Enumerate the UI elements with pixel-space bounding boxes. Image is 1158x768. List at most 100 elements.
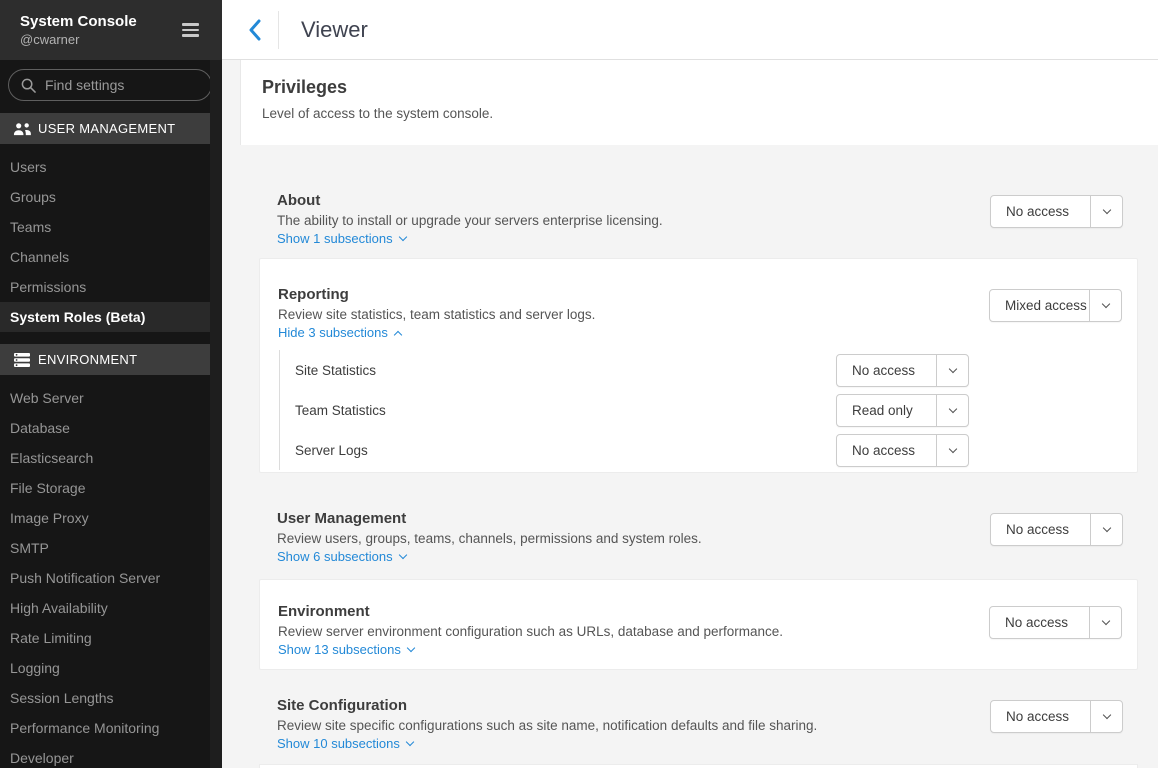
app: System Console @cwarner USER MANAGEMENT bbox=[0, 0, 1158, 768]
toggle-subsections-link[interactable]: Show 13 subsections bbox=[278, 641, 414, 659]
content-pane[interactable]: Privileges Level of access to the system… bbox=[222, 60, 1158, 768]
sidebar-item-system-roles-beta[interactable]: System Roles (Beta) bbox=[0, 302, 222, 332]
sidebar-group-label: USER MANAGEMENT bbox=[38, 121, 175, 136]
header-divider bbox=[278, 11, 279, 49]
permission-section-description: The ability to install or upgrade your s… bbox=[277, 211, 970, 230]
sidebar-item-image-proxy[interactable]: Image Proxy bbox=[0, 503, 222, 533]
access-dropdown-reporting[interactable]: Mixed access bbox=[989, 289, 1122, 322]
access-dropdown-value: No access bbox=[837, 355, 936, 386]
permission-section-title: User Management bbox=[277, 509, 970, 529]
permission-section-description: Review site specific configurations such… bbox=[277, 716, 970, 735]
access-dropdown-user-management[interactable]: No access bbox=[990, 513, 1123, 546]
subsection-label: Team Statistics bbox=[295, 403, 386, 418]
current-user: @cwarner bbox=[20, 31, 182, 48]
privileges-title: Privileges bbox=[262, 77, 1158, 98]
chevron-down-icon[interactable] bbox=[936, 395, 968, 426]
permission-row-main: Reporting Review site statistics, team s… bbox=[278, 285, 969, 470]
permission-section-about: About The ability to install or upgrade … bbox=[222, 145, 1158, 258]
toggle-subsections-link[interactable]: Show 1 subsections bbox=[277, 230, 406, 248]
access-dropdown-value: No access bbox=[991, 196, 1090, 227]
hamburger-icon[interactable] bbox=[182, 18, 206, 42]
sidebar-item-performance-monitoring[interactable]: Performance Monitoring bbox=[0, 713, 222, 743]
caret-icon bbox=[398, 233, 406, 241]
access-dropdown-value: No access bbox=[991, 514, 1090, 545]
access-dropdown-value: Read only bbox=[837, 395, 936, 426]
permission-row-side: No access bbox=[990, 513, 1123, 546]
toggle-subsections-link[interactable]: Show 10 subsections bbox=[277, 735, 413, 753]
sidebar-item-developer[interactable]: Developer bbox=[0, 743, 222, 768]
sidebar-item-permissions[interactable]: Permissions bbox=[0, 272, 222, 302]
chevron-down-icon[interactable] bbox=[1089, 290, 1121, 321]
search-input[interactable] bbox=[45, 77, 195, 93]
main-header: Viewer bbox=[222, 0, 1158, 60]
sidebar-item-push-notification-server[interactable]: Push Notification Server bbox=[0, 563, 222, 593]
permission-section-environment: Environment Review server environment co… bbox=[259, 579, 1138, 670]
sidebar-items: Users Groups Teams Channels Permissions … bbox=[0, 144, 222, 340]
sidebar-group-label: ENVIRONMENT bbox=[38, 352, 137, 367]
sidebar-item-database[interactable]: Database bbox=[0, 413, 222, 443]
sidebar-item-file-storage[interactable]: File Storage bbox=[0, 473, 222, 503]
permission-section-title: Site Configuration bbox=[277, 696, 970, 716]
chevron-down-icon[interactable] bbox=[936, 355, 968, 386]
permission-section-site-configuration: Site Configuration Review site specific … bbox=[222, 670, 1158, 764]
sidebar-item-session-lengths[interactable]: Session Lengths bbox=[0, 683, 222, 713]
sidebar-item-web-server[interactable]: Web Server bbox=[0, 383, 222, 413]
search-icon bbox=[21, 78, 36, 93]
access-dropdown-team-statistics[interactable]: Read only bbox=[836, 394, 969, 427]
sidebar-titles: System Console @cwarner bbox=[20, 12, 182, 48]
caret-icon bbox=[394, 331, 402, 339]
permission-section-reporting: Reporting Review site statistics, team s… bbox=[259, 258, 1138, 473]
chevron-down-icon[interactable] bbox=[1090, 196, 1122, 227]
chevron-down-icon[interactable] bbox=[1089, 607, 1121, 638]
sidebar-item-logging[interactable]: Logging bbox=[0, 653, 222, 683]
sidebar-group-environment[interactable]: ENVIRONMENT bbox=[0, 344, 222, 375]
sidebar-item-rate-limiting[interactable]: Rate Limiting bbox=[0, 623, 222, 653]
sidebar-group-user-management[interactable]: USER MANAGEMENT bbox=[0, 113, 222, 144]
users-icon bbox=[12, 122, 32, 136]
sidebar-nav: USER MANAGEMENT Users Groups Teams Chann… bbox=[0, 113, 222, 768]
sidebar-item-smtp[interactable]: SMTP bbox=[0, 533, 222, 563]
caret-icon bbox=[398, 551, 406, 559]
permission-row-main: Environment Review server environment co… bbox=[278, 602, 969, 659]
sidebar-scrollbar[interactable] bbox=[210, 60, 222, 768]
chevron-down-icon[interactable] bbox=[936, 435, 968, 466]
access-dropdown-site-statistics[interactable]: No access bbox=[836, 354, 969, 387]
subsection-site-statistics: Site Statistics No access bbox=[280, 350, 969, 390]
back-button[interactable] bbox=[236, 10, 272, 50]
subsection-label: Site Statistics bbox=[295, 363, 376, 378]
sidebar-header: System Console @cwarner bbox=[0, 0, 222, 60]
search-box[interactable] bbox=[8, 69, 212, 101]
access-dropdown-value: Mixed access bbox=[990, 290, 1089, 321]
access-dropdown-value: No access bbox=[837, 435, 936, 466]
subsection-team-statistics: Team Statistics Read only bbox=[280, 390, 969, 430]
sidebar: System Console @cwarner USER MANAGEMENT bbox=[0, 0, 222, 768]
app-title: System Console bbox=[20, 12, 182, 31]
access-dropdown-environment[interactable]: No access bbox=[989, 606, 1122, 639]
chevron-left-icon bbox=[248, 19, 261, 41]
access-dropdown-about[interactable]: No access bbox=[990, 195, 1123, 228]
chevron-down-icon[interactable] bbox=[1090, 514, 1122, 545]
toggle-subsections-link[interactable]: Show 6 subsections bbox=[277, 548, 406, 566]
page-title: Viewer bbox=[301, 17, 368, 43]
privileges-intro: Privileges Level of access to the system… bbox=[240, 60, 1158, 145]
sidebar-item-elasticsearch[interactable]: Elasticsearch bbox=[0, 443, 222, 473]
chevron-down-icon[interactable] bbox=[1090, 701, 1122, 732]
toggle-subsections-link[interactable]: Hide 3 subsections bbox=[278, 324, 401, 342]
privileges-subtitle: Level of access to the system console. bbox=[262, 106, 1158, 121]
permission-row-side: No access bbox=[990, 195, 1123, 228]
access-dropdown-value: No access bbox=[991, 701, 1090, 732]
permission-row-main: About The ability to install or upgrade … bbox=[277, 191, 970, 248]
permission-section-user-management: User Management Review users, groups, te… bbox=[222, 473, 1158, 579]
sidebar-item-teams[interactable]: Teams bbox=[0, 212, 222, 242]
access-dropdown-site-configuration[interactable]: No access bbox=[990, 700, 1123, 733]
permission-row-main: Site Configuration Review site specific … bbox=[277, 696, 970, 753]
sidebar-item-channels[interactable]: Channels bbox=[0, 242, 222, 272]
caret-icon bbox=[407, 644, 415, 652]
access-dropdown-server-logs[interactable]: No access bbox=[836, 434, 969, 467]
access-dropdown-value: No access bbox=[990, 607, 1089, 638]
sidebar-item-users[interactable]: Users bbox=[0, 152, 222, 182]
sidebar-item-groups[interactable]: Groups bbox=[0, 182, 222, 212]
permission-section-title: Reporting bbox=[278, 285, 969, 305]
sidebar-item-high-availability[interactable]: High Availability bbox=[0, 593, 222, 623]
sidebar-items: Web Server Database Elasticsearch File S… bbox=[0, 375, 222, 768]
